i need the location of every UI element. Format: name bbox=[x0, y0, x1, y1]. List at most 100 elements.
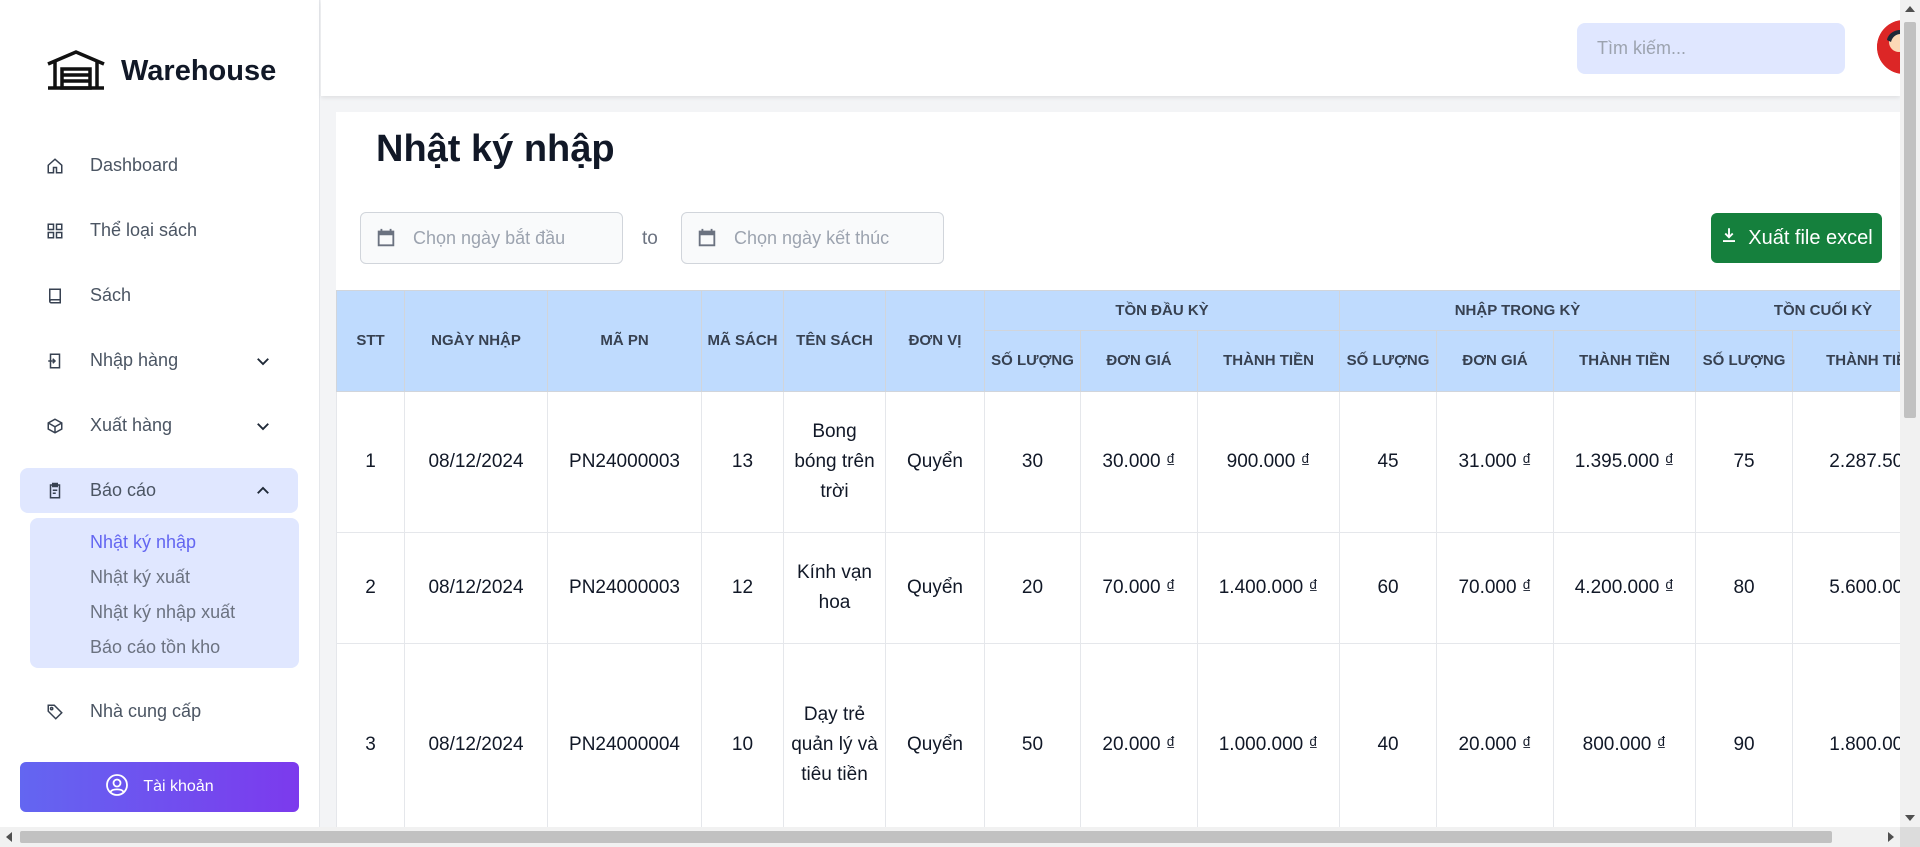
start-date-picker[interactable] bbox=[360, 212, 623, 264]
header-ma-sach[interactable]: MÃ SÁCH bbox=[701, 290, 784, 392]
cell-don-vi: Quyển bbox=[885, 643, 985, 827]
report-icon bbox=[46, 482, 64, 500]
cell-ngay-nhap: 08/12/2024 bbox=[404, 643, 548, 827]
scroll-up-icon[interactable] bbox=[1905, 6, 1915, 12]
sidebar: Warehouse Dashboard Thể loại sách Sách N… bbox=[0, 0, 320, 827]
sidebar-item-bao-cao[interactable]: Báo cáo bbox=[20, 468, 298, 513]
main-content: Nhật ký nhập to Xuất file excel STT NGÀY… bbox=[336, 112, 1900, 827]
tag-icon bbox=[46, 703, 64, 721]
table-row: 2 08/12/2024 PN24000003 12 Kính vạn hoa … bbox=[336, 532, 1900, 644]
cell-so-luong: 40 bbox=[1339, 643, 1438, 827]
chevron-up-icon[interactable] bbox=[254, 482, 272, 500]
header-don-vi[interactable]: ĐƠN VỊ bbox=[885, 290, 985, 392]
header-thanh-tien[interactable]: THÀNH TIỀN bbox=[1196, 330, 1341, 392]
user-circle-icon bbox=[105, 773, 129, 802]
start-date-input[interactable] bbox=[413, 227, 613, 249]
header-so-luong[interactable]: SỐ LƯỢNG bbox=[1339, 330, 1438, 392]
sidebar-item-dashboard[interactable]: Dashboard bbox=[20, 143, 298, 188]
chevron-down-icon[interactable] bbox=[254, 352, 272, 370]
cell-don-gia: 20.000 ₫ bbox=[1436, 643, 1555, 827]
cell-thanh-tien: 1.000.000 ₫ bbox=[1196, 643, 1341, 827]
table-row: 3 08/12/2024 PN24000004 10 Dạy trẻ quản … bbox=[336, 643, 1900, 827]
book-icon bbox=[46, 287, 64, 305]
chevron-down-icon[interactable] bbox=[254, 417, 272, 435]
cell-so-luong: 50 bbox=[984, 643, 1081, 827]
sidebar-item-label: Báo cáo bbox=[90, 480, 157, 500]
brand-name: Warehouse bbox=[121, 55, 277, 87]
cell-stt: 3 bbox=[336, 643, 405, 827]
cell-stt: 1 bbox=[336, 391, 405, 533]
cell-so-luong: 45 bbox=[1339, 391, 1438, 533]
header-don-gia[interactable]: ĐƠN GIÁ bbox=[1080, 330, 1198, 392]
page-title: Nhật ký nhập bbox=[376, 128, 615, 170]
brand[interactable]: Warehouse bbox=[45, 48, 276, 95]
cell-thanh-tien: 2.287.500 bbox=[1792, 391, 1900, 533]
submenu-item-nhat-ky-nhap-xuat[interactable]: Nhật ký nhập xuất bbox=[90, 600, 299, 635]
scrollbar-corner bbox=[1900, 827, 1920, 847]
sidebar-item-nhap-hang[interactable]: Nhập hàng bbox=[20, 338, 298, 383]
warehouse-icon bbox=[45, 48, 107, 95]
horizontal-scrollbar[interactable] bbox=[0, 827, 1900, 847]
header-group-ton-cuoi-ky: TỒN CUỐI KỲ bbox=[1695, 290, 1900, 331]
cell-ma-sach: 10 bbox=[701, 643, 784, 827]
end-date-picker[interactable] bbox=[681, 212, 944, 264]
table-row: 1 08/12/2024 PN24000003 13 Bong bóng trê… bbox=[336, 391, 1900, 533]
calendar-icon bbox=[696, 227, 718, 249]
sidebar-item-the-loai-sach[interactable]: Thể loại sách bbox=[20, 208, 298, 253]
export-excel-button[interactable]: Xuất file excel bbox=[1711, 213, 1882, 263]
sidebar-item-label: Thể loại sách bbox=[90, 220, 198, 240]
scroll-right-icon[interactable] bbox=[1888, 832, 1894, 842]
cell-don-gia: 20.000 ₫ bbox=[1080, 643, 1198, 827]
cell-don-vi: Quyển bbox=[885, 532, 985, 644]
download-icon bbox=[1720, 226, 1738, 250]
submenu-item-nhat-ky-nhap[interactable]: Nhật ký nhập bbox=[90, 530, 299, 565]
cell-thanh-tien: 5.600.000 bbox=[1792, 532, 1900, 644]
cell-so-luong: 90 bbox=[1695, 643, 1794, 827]
search-input[interactable] bbox=[1577, 23, 1845, 74]
header-thanh-tien[interactable]: THÀNH TIỀN bbox=[1553, 330, 1697, 392]
header-ma-pn[interactable]: MÃ PN bbox=[547, 290, 702, 392]
home-icon bbox=[46, 157, 64, 175]
sidebar-item-sach[interactable]: Sách bbox=[20, 273, 298, 318]
sidebar-item-xuat-hang[interactable]: Xuất hàng bbox=[20, 403, 298, 448]
header-ngay-nhap[interactable]: NGÀY NHẬP bbox=[404, 290, 548, 392]
vertical-scrollbar[interactable] bbox=[1900, 0, 1920, 827]
cell-ma-sach: 13 bbox=[701, 391, 784, 533]
cell-ma-pn: PN24000003 bbox=[547, 532, 702, 644]
cell-thanh-tien: 1.395.000 ₫ bbox=[1553, 391, 1697, 533]
sidebar-item-label: Nhập hàng bbox=[90, 350, 179, 370]
cell-ten-sach: Dạy trẻ quản lý và tiêu tiền bbox=[783, 643, 886, 827]
header-stt[interactable]: STT bbox=[336, 290, 405, 392]
horizontal-scroll-thumb[interactable] bbox=[20, 831, 1832, 843]
scroll-left-icon[interactable] bbox=[6, 832, 12, 842]
cell-ngay-nhap: 08/12/2024 bbox=[404, 532, 548, 644]
cell-ngay-nhap: 08/12/2024 bbox=[404, 391, 548, 533]
header-so-luong[interactable]: SỐ LƯỢNG bbox=[1695, 330, 1794, 392]
header-ten-sach[interactable]: TÊN SÁCH bbox=[783, 290, 886, 392]
submenu-item-nhat-ky-xuat[interactable]: Nhật ký xuất bbox=[90, 565, 299, 600]
cell-don-gia: 31.000 ₫ bbox=[1436, 391, 1555, 533]
cell-don-gia: 30.000 ₫ bbox=[1080, 391, 1198, 533]
sidebar-item-label: Dashboard bbox=[90, 155, 179, 175]
cell-thanh-tien: 4.200.000 ₫ bbox=[1553, 532, 1697, 644]
header-so-luong[interactable]: SỐ LƯỢNG bbox=[984, 330, 1081, 392]
submenu-item-bao-cao-ton-kho[interactable]: Báo cáo tồn kho bbox=[90, 635, 299, 670]
cell-ten-sach: Kính vạn hoa bbox=[783, 532, 886, 644]
header-thanh-tien[interactable]: THÀNH TIỀN bbox=[1792, 330, 1900, 392]
cell-ten-sach: Bong bóng trên trời bbox=[783, 391, 886, 533]
category-icon bbox=[46, 222, 64, 240]
cell-so-luong: 75 bbox=[1695, 391, 1794, 533]
cell-don-vi: Quyển bbox=[885, 391, 985, 533]
account-button[interactable]: Tài khoản bbox=[20, 762, 299, 812]
sidebar-item-nha-cung-cap[interactable]: Nhà cung cấp bbox=[20, 689, 298, 734]
cell-so-luong: 30 bbox=[984, 391, 1081, 533]
topbar bbox=[321, 0, 1920, 96]
header-don-gia[interactable]: ĐƠN GIÁ bbox=[1436, 330, 1555, 392]
cell-ma-pn: PN24000003 bbox=[547, 391, 702, 533]
sidebar-item-label: Xuất hàng bbox=[90, 415, 173, 435]
scroll-down-icon[interactable] bbox=[1905, 815, 1915, 821]
vertical-scroll-thumb[interactable] bbox=[1904, 22, 1916, 418]
cell-so-luong: 80 bbox=[1695, 532, 1794, 644]
end-date-input[interactable] bbox=[734, 227, 934, 249]
cell-don-gia: 70.000 ₫ bbox=[1080, 532, 1198, 644]
